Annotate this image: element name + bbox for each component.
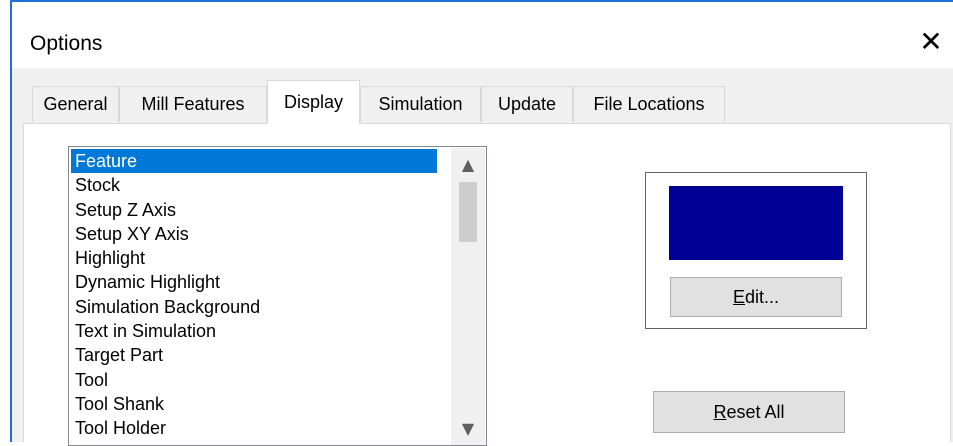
reset-label: eset All: [726, 401, 785, 422]
color-preview-frame: Edit...: [645, 172, 867, 329]
tab-label: File Locations: [593, 94, 705, 114]
list-item-setup-z-axis[interactable]: Setup Z Axis: [71, 198, 437, 222]
window-border-left: [0, 0, 12, 442]
tab-mill-features[interactable]: Mill Features: [119, 86, 267, 122]
dialog-client-area: General Mill Features Display Simulation…: [12, 68, 953, 446]
tab-label: Simulation: [378, 94, 463, 114]
tab-file-locations[interactable]: File Locations: [573, 86, 725, 122]
list-item-dynamic-highlight[interactable]: Dynamic Highlight: [71, 270, 437, 294]
tab-display[interactable]: Display: [267, 80, 360, 124]
listbox-items: Feature Stock Setup Z Axis Setup XY Axis…: [71, 149, 437, 441]
list-item-simulation-background[interactable]: Simulation Background: [71, 295, 437, 319]
close-button[interactable]: ✕: [913, 24, 949, 60]
scroll-thumb[interactable]: [459, 182, 477, 242]
tab-strip: General Mill Features Display Simulation…: [12, 68, 953, 124]
display-items-listbox[interactable]: Feature Stock Setup Z Axis Setup XY Axis…: [68, 146, 487, 446]
list-item-tool[interactable]: Tool: [71, 368, 437, 392]
tab-label: Update: [497, 94, 557, 114]
list-item-highlight[interactable]: Highlight: [71, 246, 437, 270]
list-item-setup-xy-axis[interactable]: Setup XY Axis: [71, 222, 437, 246]
list-item-tool-holder[interactable]: Tool Holder: [71, 416, 437, 440]
color-swatch: [669, 186, 843, 260]
tab-label: Mill Features: [141, 94, 245, 114]
title-bar[interactable]: Options ✕: [12, 2, 953, 68]
scroll-up-button[interactable]: ▲: [451, 150, 485, 180]
close-icon: ✕: [919, 25, 943, 58]
list-item-text-in-simulation[interactable]: Text in Simulation: [71, 319, 437, 343]
chevron-down-icon: ▼: [461, 419, 475, 438]
list-item-feature[interactable]: Feature: [71, 149, 437, 174]
tab-update[interactable]: Update: [481, 86, 573, 122]
reset-mnemonic: R: [713, 401, 727, 422]
tab-label: Display: [283, 92, 344, 112]
list-item-stock[interactable]: Stock: [71, 173, 437, 197]
list-item-tool-shank[interactable]: Tool Shank: [71, 392, 437, 416]
tab-simulation[interactable]: Simulation: [360, 86, 481, 122]
edit-label: dit...: [745, 286, 780, 307]
dialog-title: Options: [30, 32, 103, 55]
list-item-target-part[interactable]: Target Part: [71, 343, 437, 367]
chevron-up-icon: ▲: [461, 155, 475, 174]
scroll-down-button[interactable]: ▼: [451, 414, 485, 444]
listbox-scrollbar[interactable]: ▲ ▼: [451, 148, 485, 445]
edit-button[interactable]: Edit...: [670, 277, 842, 317]
reset-all-button[interactable]: Reset All: [653, 391, 845, 433]
tab-general[interactable]: General: [32, 86, 119, 122]
options-dialog: Options ✕ General Mill Features Display …: [0, 0, 953, 446]
display-tab-panel: Feature Stock Setup Z Axis Setup XY Axis…: [23, 123, 951, 446]
tab-label: General: [43, 94, 108, 114]
edit-mnemonic: E: [732, 286, 745, 307]
